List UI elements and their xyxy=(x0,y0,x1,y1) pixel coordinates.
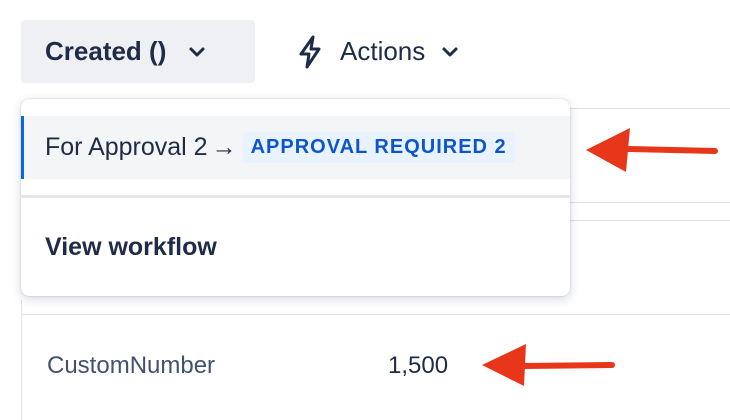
chevron-down-icon xyxy=(188,46,206,58)
field-value-customnumber[interactable]: 1,500 xyxy=(388,352,448,380)
table-divider xyxy=(570,220,730,221)
table-divider xyxy=(570,202,730,203)
annotation-arrow-icon xyxy=(586,128,718,172)
menu-divider xyxy=(21,195,570,198)
annotation-arrow-icon xyxy=(482,344,615,386)
chevron-down-icon xyxy=(441,46,459,58)
status-dropdown-button[interactable]: Created () xyxy=(21,20,255,83)
status-label: Created () xyxy=(45,36,167,66)
view-workflow-link[interactable]: View workflow xyxy=(21,217,570,277)
transition-for-approval-2[interactable]: For Approval 2 → APPROVAL REQUIRED 2 xyxy=(21,116,570,179)
lightning-bolt-icon xyxy=(298,35,322,69)
status-dropdown-menu: For Approval 2 → APPROVAL REQUIRED 2 Vie… xyxy=(21,99,570,296)
actions-label: Actions xyxy=(340,36,426,66)
transition-name: For Approval 2 xyxy=(45,133,208,161)
arrow-right-icon: → xyxy=(211,133,237,161)
table-divider xyxy=(21,314,730,315)
actions-button[interactable]: Actions xyxy=(288,20,498,83)
status-lozenge: APPROVAL REQUIRED 2 xyxy=(242,132,515,163)
field-label-customnumber: CustomNumber xyxy=(47,352,216,379)
table-border xyxy=(21,300,22,420)
